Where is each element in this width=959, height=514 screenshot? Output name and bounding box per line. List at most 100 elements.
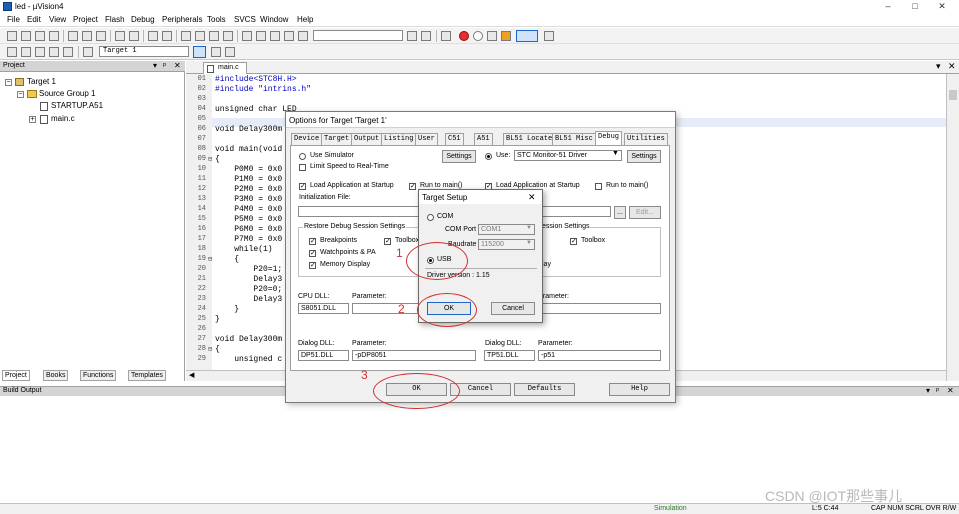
dialog-dll-input-right[interactable]: TP51.DLL	[484, 350, 535, 361]
help-button[interactable]: Help	[609, 383, 670, 396]
maximize-button[interactable]: □	[903, 1, 927, 12]
tree-target[interactable]: Target 1	[27, 77, 56, 86]
configure-icon[interactable]	[544, 31, 554, 41]
find-combo[interactable]	[313, 30, 403, 41]
load-app-checkbox[interactable]: ✓	[299, 183, 306, 190]
chevron-down-icon[interactable]: ▼	[612, 150, 619, 157]
watchpoints-checkbox[interactable]: ✓	[309, 250, 316, 257]
target-cancel-button[interactable]: Cancel	[491, 302, 535, 315]
limit-speed-checkbox[interactable]	[299, 164, 306, 171]
cpu-dll-input[interactable]: S8051.DLL	[298, 303, 349, 314]
menu-help[interactable]: Help	[297, 15, 313, 24]
target-select[interactable]: Target 1	[99, 46, 189, 57]
nav-forward-icon[interactable]	[162, 31, 172, 41]
tab-a51[interactable]: A51	[474, 133, 493, 145]
rebuild-icon[interactable]	[35, 47, 45, 57]
manage-components-icon[interactable]	[225, 47, 235, 57]
panel-pin-icon[interactable]: ᵖ	[163, 61, 166, 70]
scroll-thumb[interactable]	[949, 90, 957, 100]
bookmark-prev-icon[interactable]	[195, 31, 205, 41]
stop-build-icon[interactable]	[501, 31, 511, 41]
new-file-icon[interactable]	[7, 31, 17, 41]
window-select-button[interactable]	[516, 30, 538, 42]
tab-debug[interactable]: Debug	[595, 131, 623, 146]
find-icon[interactable]	[407, 31, 417, 41]
tab-project[interactable]: Project	[2, 370, 30, 381]
memory-display-checkbox[interactable]: ✓	[309, 262, 316, 269]
driver-settings-button[interactable]: Settings	[627, 150, 661, 163]
dialog-dll-input[interactable]: DP51.DLL	[298, 350, 349, 361]
copy-icon[interactable]	[82, 31, 92, 41]
tab-user[interactable]: User	[415, 133, 438, 145]
nav-back-icon[interactable]	[148, 31, 158, 41]
paste-icon[interactable]	[96, 31, 106, 41]
tree-source-group[interactable]: Source Group 1	[39, 89, 95, 98]
breakpoint-icon[interactable]	[459, 31, 469, 41]
panel-pin-icon[interactable]: ᵖ	[936, 386, 939, 395]
bookmark-icon[interactable]	[181, 31, 191, 41]
menu-view[interactable]: View	[49, 15, 66, 24]
unindent-icon[interactable]	[256, 31, 266, 41]
tab-bl51-misc[interactable]: BL51 Misc	[552, 133, 596, 145]
panel-close-icon[interactable]: ✕	[174, 61, 181, 70]
tab-target[interactable]: Target	[321, 133, 353, 145]
download-icon[interactable]	[63, 47, 73, 57]
menu-flash[interactable]: Flash	[105, 15, 125, 24]
open-file-icon[interactable]	[21, 31, 31, 41]
load-icon[interactable]	[83, 47, 93, 57]
redo-icon[interactable]	[129, 31, 139, 41]
batch-build-icon[interactable]	[49, 47, 59, 57]
target-param-input[interactable]	[538, 303, 661, 314]
menu-peripherals[interactable]: Peripherals	[162, 15, 202, 24]
target-options-icon[interactable]	[193, 46, 206, 58]
menu-file[interactable]: File	[7, 15, 20, 24]
tab-device[interactable]: Device	[291, 133, 323, 145]
menu-tools[interactable]: Tools	[207, 15, 226, 24]
indent-icon[interactable]	[242, 31, 252, 41]
translate-icon[interactable]	[7, 47, 17, 57]
disable-breakpoint-icon[interactable]	[473, 31, 483, 41]
kill-breakpoints-icon[interactable]	[487, 31, 497, 41]
minimize-button[interactable]: –	[876, 1, 900, 12]
comment-icon[interactable]	[270, 31, 280, 41]
incremental-find-icon[interactable]	[421, 31, 431, 41]
toolbox-checkbox[interactable]: ✓	[384, 238, 391, 245]
menu-window[interactable]: Window	[260, 15, 288, 24]
expand-icon[interactable]: +	[29, 116, 36, 123]
breakpoints-checkbox[interactable]: ✓	[309, 238, 316, 245]
target-setup-close-icon[interactable]: ✕	[528, 192, 536, 203]
chevron-down-icon[interactable]: ▼	[526, 225, 532, 231]
panel-menu-icon[interactable]: ▾	[153, 61, 157, 70]
bookmark-clear-icon[interactable]	[223, 31, 233, 41]
defaults-button[interactable]: Defaults	[514, 383, 575, 396]
tree-file-main[interactable]: main.c	[51, 114, 75, 123]
browse-button[interactable]: ...	[614, 206, 626, 219]
tab-output[interactable]: Output	[351, 133, 383, 145]
simulator-settings-button[interactable]: Settings	[442, 150, 476, 163]
scroll-left-icon[interactable]: ◀	[189, 371, 194, 379]
tab-bl51-locate[interactable]: BL51 Locate	[503, 133, 556, 145]
use-simulator-radio[interactable]	[299, 153, 306, 160]
tab-c51[interactable]: C51	[445, 133, 464, 145]
bookmark-next-icon[interactable]	[209, 31, 219, 41]
tab-utilities[interactable]: Utilities	[624, 133, 668, 145]
dialog-param-input[interactable]: -pDP8051	[352, 350, 476, 361]
tab-listing[interactable]: Listing	[381, 133, 417, 145]
init-file-input-right[interactable]	[541, 206, 611, 217]
file-extensions-icon[interactable]	[211, 47, 221, 57]
run-to-main-checkbox[interactable]: ✓	[409, 183, 416, 190]
editor-menu-icon[interactable]: ▾	[936, 61, 941, 72]
menu-debug[interactable]: Debug	[131, 15, 155, 24]
save-icon[interactable]	[35, 31, 45, 41]
save-all-icon[interactable]	[49, 31, 59, 41]
run-to-main-checkbox-right[interactable]	[595, 183, 602, 190]
editor-close-icon[interactable]: ✕	[948, 61, 956, 72]
collapse-icon[interactable]: −	[5, 79, 12, 86]
tree-file-startup[interactable]: STARTUP.A51	[51, 101, 103, 110]
close-button[interactable]: ✕	[930, 1, 954, 12]
use-driver-radio[interactable]	[485, 153, 492, 160]
menu-edit[interactable]: Edit	[27, 15, 41, 24]
find-files-icon[interactable]	[298, 31, 308, 41]
chevron-down-icon[interactable]: ▼	[526, 240, 532, 246]
editor-tab-main[interactable]: main.c	[203, 62, 247, 74]
